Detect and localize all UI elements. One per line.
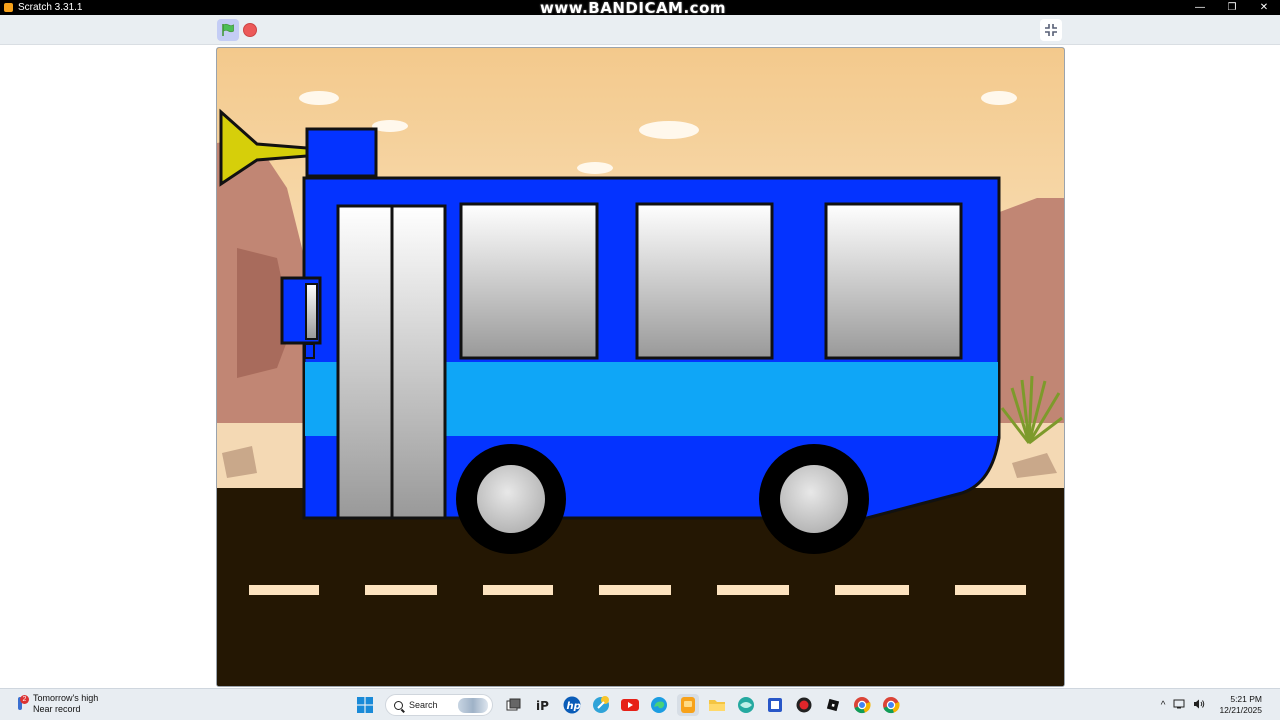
search-highlight-image bbox=[458, 698, 488, 713]
file-explorer-icon bbox=[708, 700, 725, 711]
edge-app[interactable] bbox=[648, 694, 670, 716]
svg-text:hp: hp bbox=[566, 701, 580, 712]
task-view-button[interactable] bbox=[503, 694, 525, 716]
task-view-icon bbox=[506, 698, 520, 711]
scratch-taskbar-app[interactable] bbox=[676, 694, 699, 716]
browser-app[interactable] bbox=[735, 694, 757, 716]
exit-fullscreen-button[interactable] bbox=[1040, 19, 1062, 41]
stage[interactable] bbox=[216, 47, 1065, 687]
weather-widget[interactable]: 2 Tomorrow's high Near record bbox=[14, 693, 98, 715]
browser-icon bbox=[737, 697, 754, 713]
scratch-app-icon bbox=[4, 3, 13, 12]
green-flag-icon bbox=[222, 23, 234, 36]
player-controls-bar bbox=[0, 15, 1280, 45]
weather-line-1: Tomorrow's high bbox=[33, 693, 99, 703]
exit-fullscreen-icon bbox=[1045, 24, 1057, 36]
chrome-icon bbox=[853, 697, 871, 714]
window-title: Scratch 3.31.1 bbox=[18, 2, 83, 13]
window-titlebar: Scratch 3.31.1 www.BANDICAM.com — ❐ ✕ bbox=[0, 0, 1280, 17]
bandicam-app[interactable] bbox=[793, 694, 815, 716]
scratch-icon bbox=[680, 697, 695, 713]
taskbar-search[interactable]: Search bbox=[385, 694, 493, 716]
windows-taskbar: 2 Tomorrow's high Near record Search iP bbox=[0, 688, 1280, 720]
system-tray: ^ 5:21 PM 12/21/2025 bbox=[1157, 693, 1262, 717]
volume-icon[interactable] bbox=[1193, 699, 1205, 712]
stage-scene bbox=[217, 48, 1064, 686]
bandicam-record-icon bbox=[796, 697, 811, 713]
green-flag-button[interactable] bbox=[217, 19, 239, 41]
clock-time: 5:21 PM bbox=[1230, 694, 1262, 704]
search-placeholder: Search bbox=[409, 700, 438, 710]
chrome-icon bbox=[882, 697, 900, 714]
hp-app[interactable]: hp bbox=[561, 694, 583, 716]
ipcop-icon: iP bbox=[536, 699, 549, 713]
weather-line-2: Near record bbox=[33, 704, 81, 714]
maximize-button[interactable]: ❐ bbox=[1216, 0, 1248, 15]
taskbar-clock[interactable]: 5:21 PM 12/21/2025 bbox=[1219, 694, 1262, 716]
chrome-app-2[interactable] bbox=[880, 694, 902, 716]
bus-sprite bbox=[280, 176, 1001, 554]
bandicam-watermark: www.BANDICAM.com bbox=[540, 0, 727, 17]
roblox-app[interactable] bbox=[822, 694, 844, 716]
roblox-icon bbox=[826, 698, 839, 712]
notes-app[interactable] bbox=[590, 694, 612, 716]
notification-badge: 2 bbox=[20, 695, 29, 704]
clock-date: 12/21/2025 bbox=[1219, 705, 1262, 715]
search-icon bbox=[394, 700, 403, 710]
minimize-button[interactable]: — bbox=[1184, 0, 1216, 15]
youtube-icon bbox=[620, 699, 639, 711]
chrome-app-1[interactable] bbox=[851, 694, 873, 716]
thermometer-icon: 2 bbox=[14, 695, 29, 713]
screenshot-app[interactable] bbox=[764, 694, 786, 716]
screenshot-icon bbox=[767, 698, 782, 712]
hp-icon: hp bbox=[563, 696, 580, 714]
network-icon[interactable] bbox=[1173, 699, 1185, 712]
notes-icon bbox=[592, 696, 609, 713]
edge-icon bbox=[650, 697, 667, 713]
show-hidden-icons-chevron-icon[interactable]: ^ bbox=[1161, 700, 1166, 711]
windows-start-icon bbox=[356, 697, 373, 713]
stop-button[interactable] bbox=[243, 23, 257, 37]
ipcop-app[interactable]: iP bbox=[532, 694, 554, 716]
svg-text:iP: iP bbox=[536, 699, 549, 713]
file-explorer-app[interactable] bbox=[706, 694, 728, 716]
youtube-app[interactable] bbox=[619, 694, 641, 716]
windows-start-button[interactable] bbox=[354, 694, 376, 716]
close-button[interactable]: ✕ bbox=[1248, 0, 1280, 15]
